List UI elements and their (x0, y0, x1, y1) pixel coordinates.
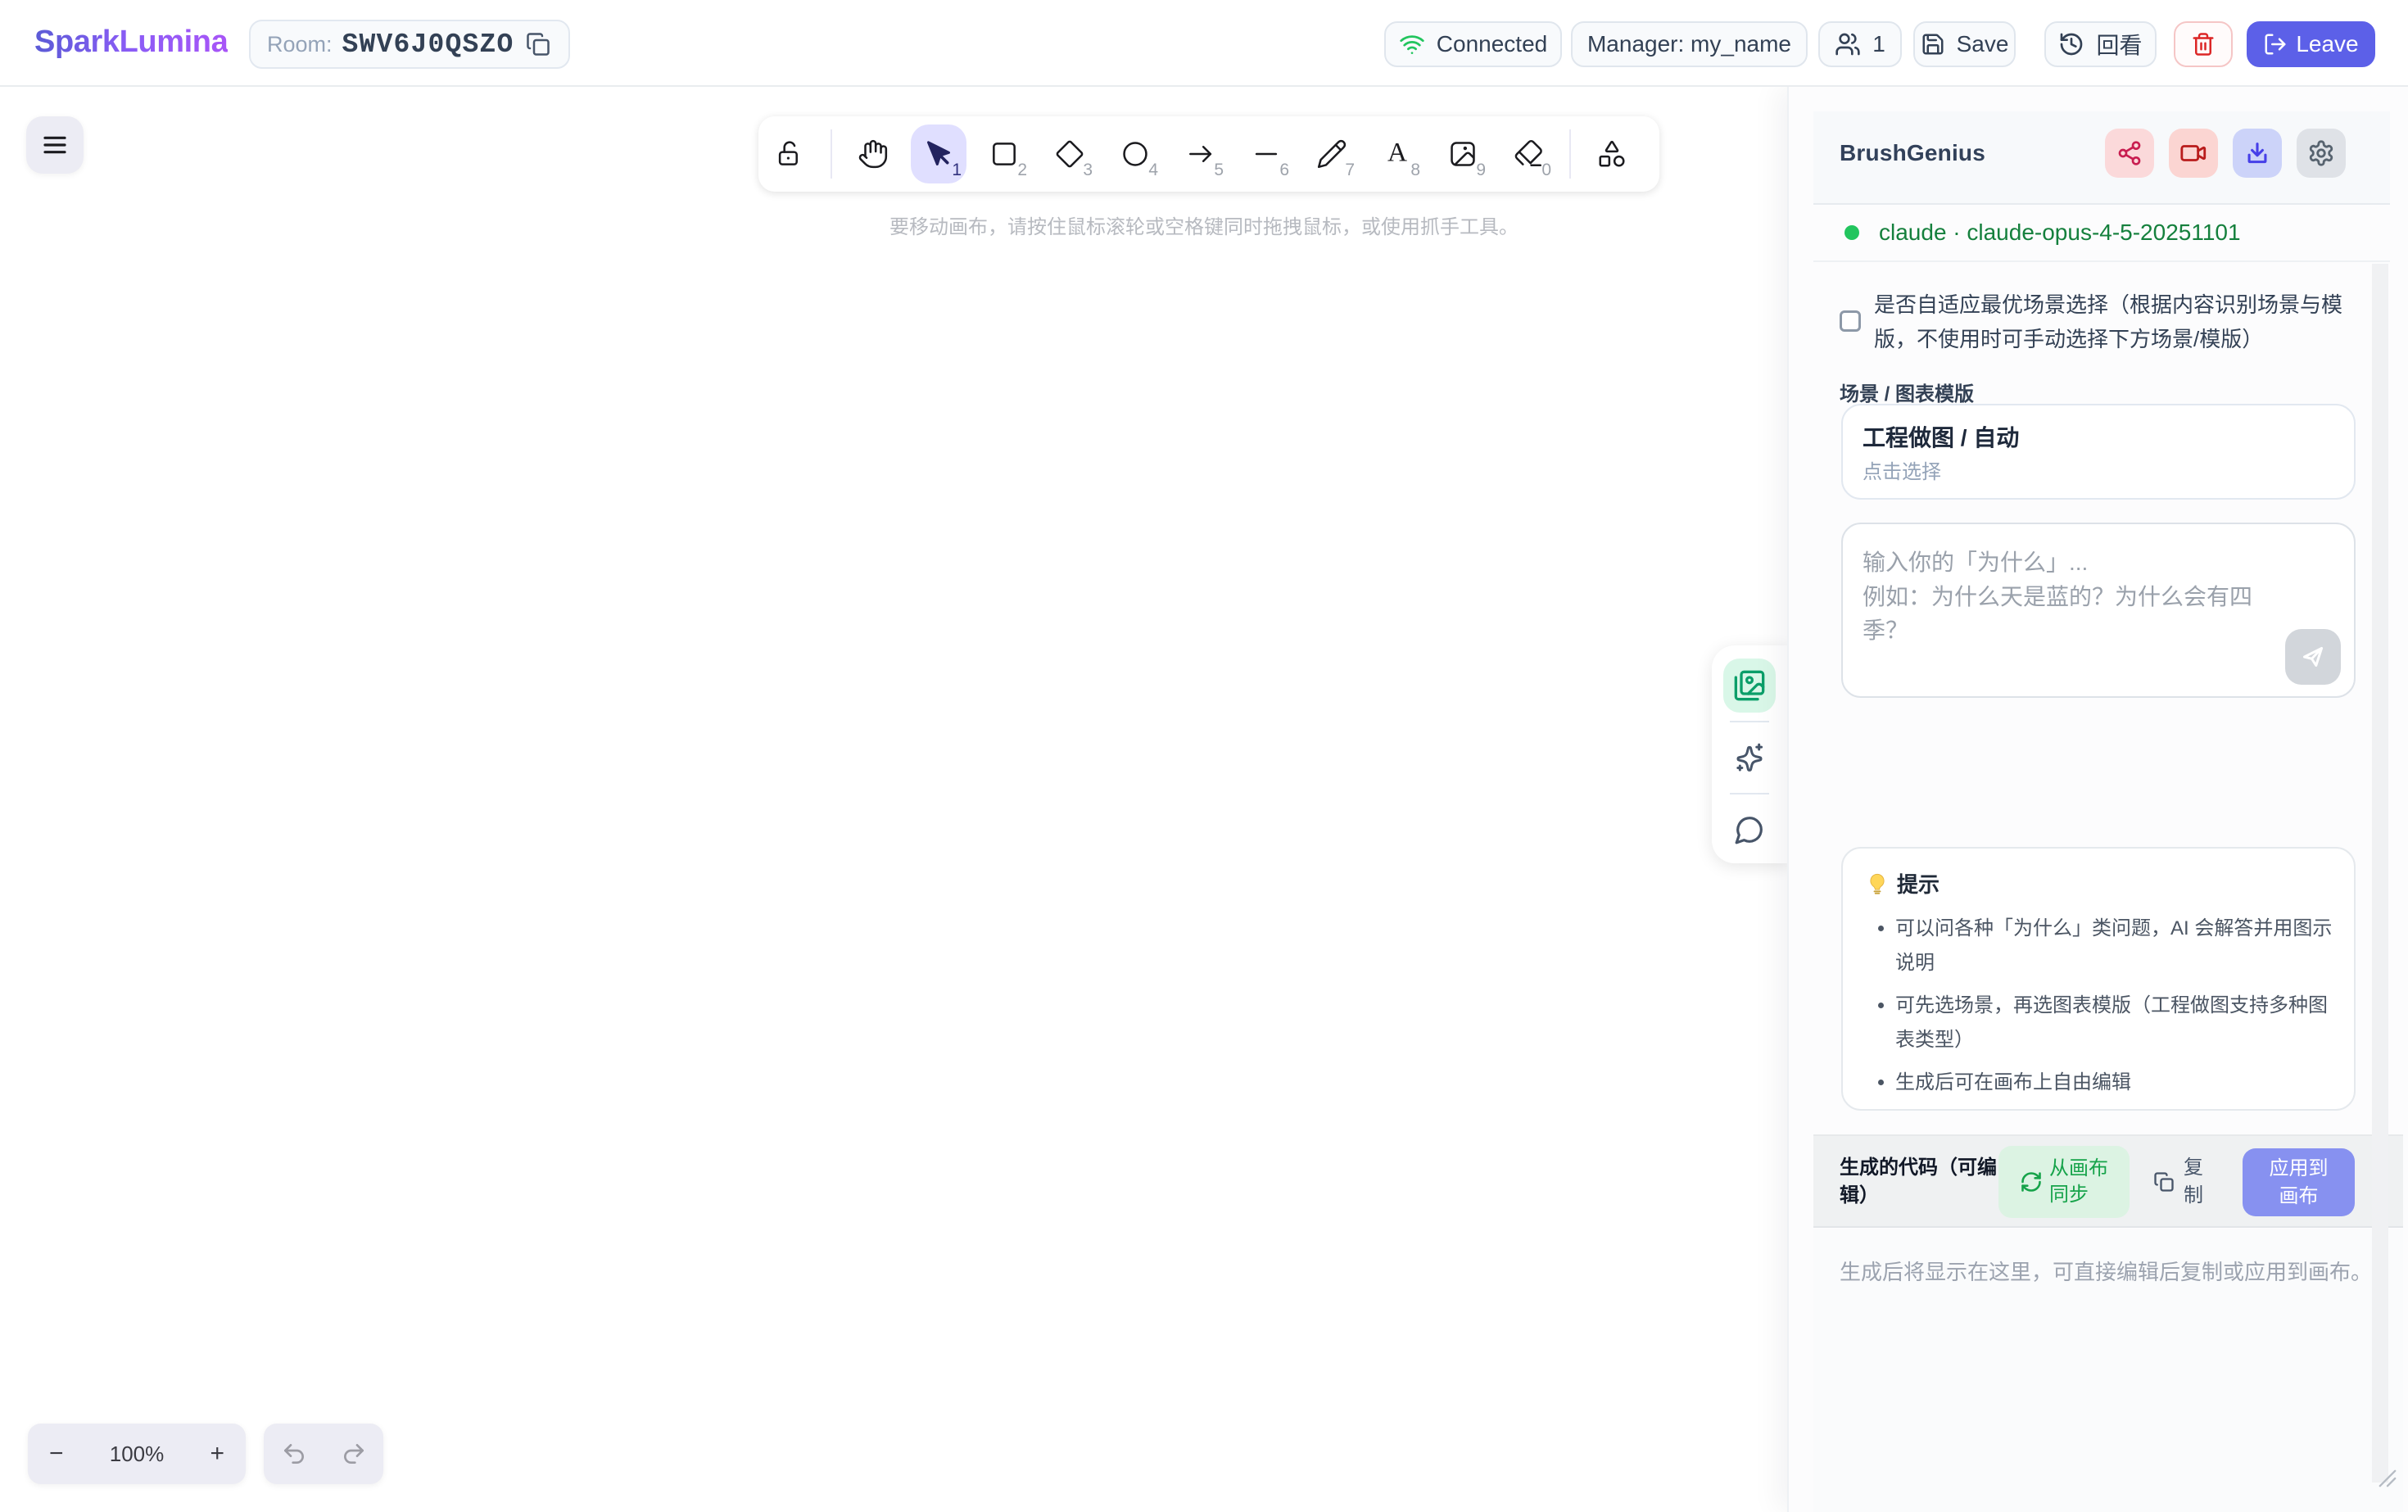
svg-text:A: A (1387, 138, 1407, 168)
